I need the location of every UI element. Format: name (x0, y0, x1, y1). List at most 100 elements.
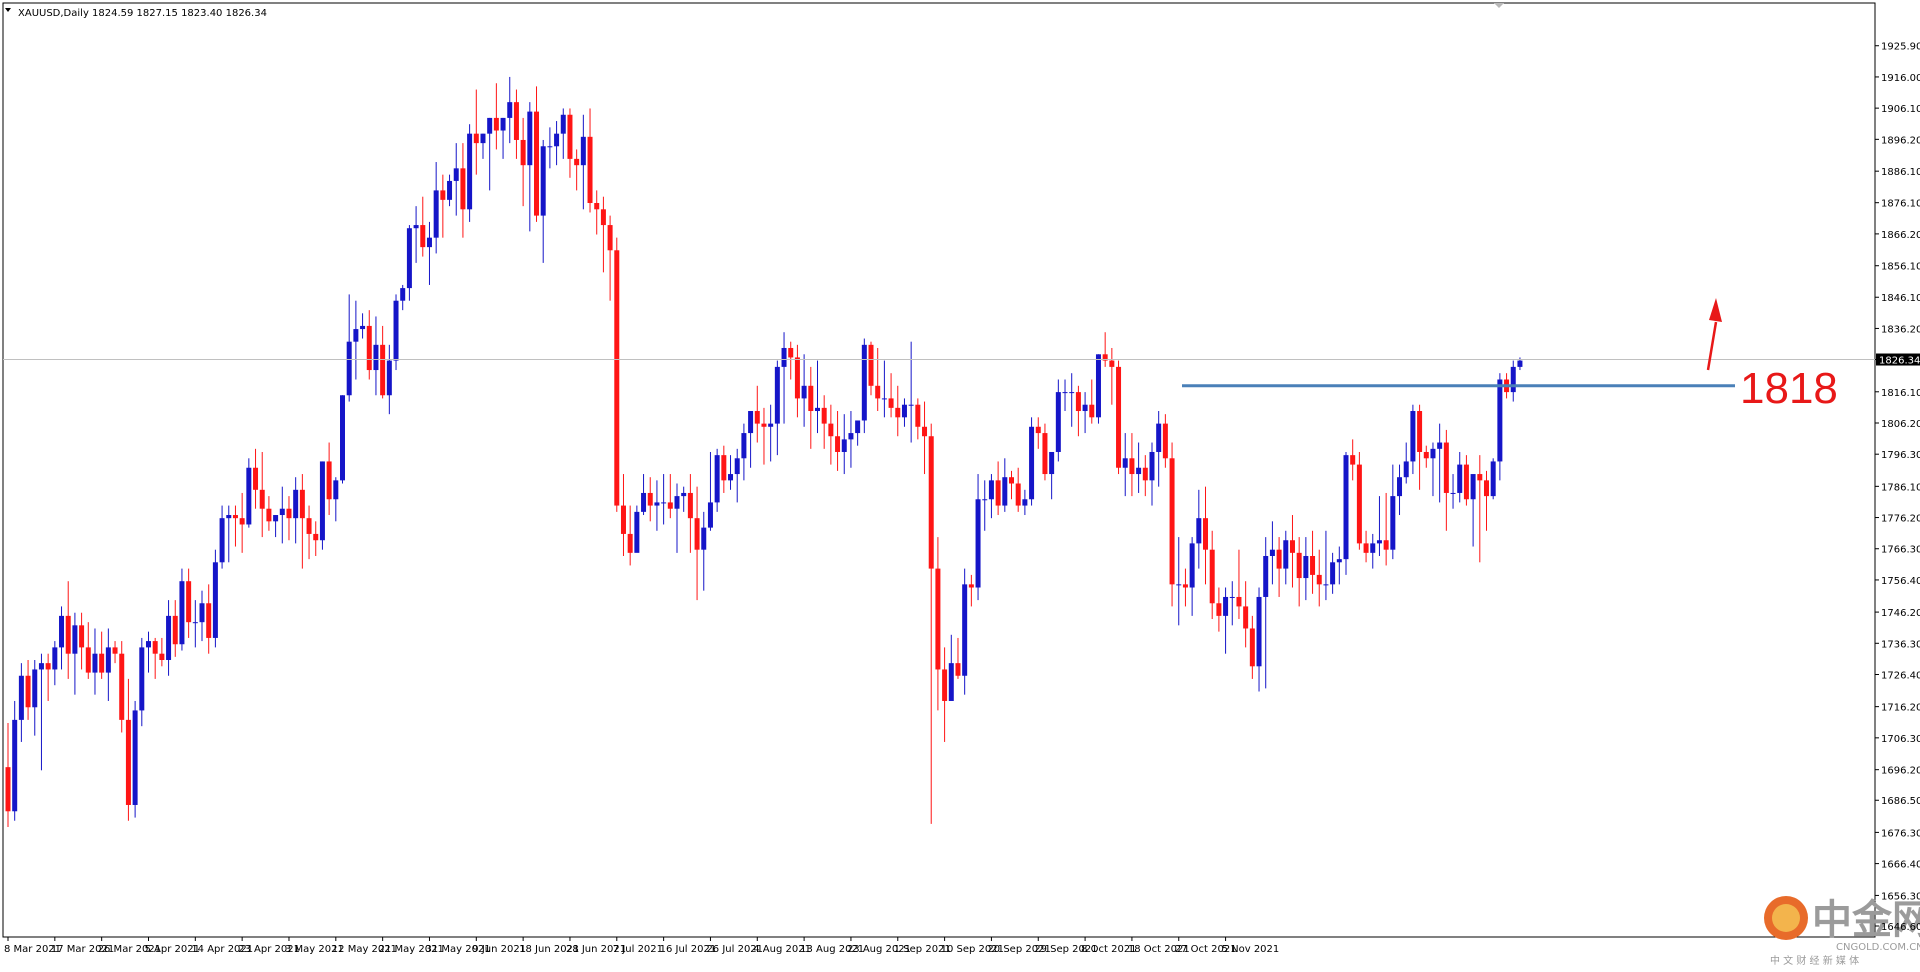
candle-body (968, 584, 974, 588)
candle-body (493, 117, 499, 131)
candle-body (895, 407, 901, 418)
candle-body (580, 136, 586, 166)
candle-body (112, 647, 118, 654)
candle-body (480, 133, 486, 144)
candle-body (1310, 555, 1316, 575)
y-tick-label: 1836.20 (1881, 324, 1920, 335)
candle-body (982, 499, 988, 501)
candle-body (975, 499, 981, 588)
candle-body (172, 615, 178, 645)
candle-body (440, 190, 446, 200)
candle-body (527, 111, 533, 166)
candle-body (413, 225, 419, 229)
candle-body (1289, 540, 1295, 553)
candle-body (1116, 366, 1122, 468)
candle-body (1062, 392, 1068, 394)
candle-body (1042, 433, 1048, 475)
candle-body (667, 502, 673, 509)
candle-body (788, 347, 794, 358)
candle-body (620, 505, 626, 534)
candle-body (1517, 360, 1523, 367)
candle-body (1129, 458, 1135, 475)
candle-body (433, 190, 439, 238)
candle-body (728, 474, 734, 481)
candle-body (734, 458, 740, 475)
candle-body (1009, 477, 1014, 484)
candle-body (1122, 458, 1128, 468)
chart-container[interactable]: 中金网 CNGOLD.COM.CN 中 文 财 经 新 媒 体 1826.34 1… (0, 0, 1920, 968)
candle-body (346, 341, 352, 396)
candle-body (447, 180, 453, 200)
y-tick-label: 1816.10 (1881, 388, 1920, 399)
candlestick-chart[interactable]: 中金网 CNGOLD.COM.CN 中 文 财 经 新 媒 体 1826.341… (0, 0, 1920, 968)
x-tick-label: 5 Nov 2021 (1222, 944, 1280, 955)
candle-body (1182, 584, 1188, 588)
candle-body (1470, 474, 1476, 500)
candle-body (1249, 628, 1255, 667)
candle-body (1343, 455, 1349, 560)
candle-body (12, 719, 18, 812)
y-tick-label: 1846.10 (1881, 293, 1920, 304)
candle-body (828, 423, 834, 437)
candle-body (286, 508, 292, 519)
candle-body (99, 653, 105, 673)
candle-body (694, 518, 700, 550)
candle-body (513, 102, 519, 140)
candle-body (1276, 549, 1282, 569)
y-tick-label: 1716.20 (1881, 703, 1920, 714)
candle-body (380, 344, 386, 396)
candle-body (962, 584, 968, 676)
candle-body (741, 433, 747, 459)
candle-body (59, 615, 65, 648)
candle-body (754, 411, 760, 424)
candle-body (426, 237, 432, 248)
candle-body (881, 398, 887, 400)
candle-body (453, 168, 459, 181)
candle-body (1263, 555, 1269, 597)
candle-body (701, 527, 707, 550)
candle-body (420, 225, 426, 248)
candle-body (1330, 562, 1336, 585)
candle-body (239, 518, 245, 525)
y-tick-label: 1906.10 (1881, 104, 1920, 115)
candle-body (299, 489, 305, 519)
candle-body (661, 502, 667, 504)
candle-body (1095, 354, 1101, 418)
candle-body (273, 515, 279, 522)
candle-body (393, 300, 399, 361)
candle-body (935, 568, 941, 670)
candle-body (219, 518, 225, 563)
candle-body (52, 647, 58, 670)
logo-url: CNGOLD.COM.CN (1836, 942, 1920, 953)
y-tick-label: 1806.20 (1881, 419, 1920, 430)
candle-body (1029, 426, 1035, 500)
candle-body (1015, 483, 1021, 506)
candle-body (1022, 499, 1028, 506)
candle-body (801, 385, 807, 399)
candle-body (1437, 442, 1443, 449)
candle-body (5, 767, 11, 812)
candle-body (85, 647, 91, 673)
candle-body (32, 669, 38, 708)
candle-body (768, 423, 774, 427)
candle-body (1196, 518, 1202, 544)
y-tick-label: 1736.30 (1881, 639, 1920, 650)
y-tick-label: 1726.40 (1881, 670, 1920, 681)
candle-body (781, 347, 787, 367)
y-tick-label: 1676.30 (1881, 828, 1920, 839)
candle-body (721, 455, 727, 481)
candle-body (1316, 574, 1322, 585)
candle-body (1002, 477, 1008, 506)
candle-body (507, 102, 513, 118)
candle-body (72, 625, 78, 654)
candle-body (373, 344, 379, 371)
candle-body (1336, 559, 1342, 563)
candle-body (1390, 496, 1396, 550)
candle-body (1216, 603, 1222, 616)
candle-body (1136, 467, 1142, 475)
candle-body (166, 615, 172, 660)
candle-body (1323, 584, 1329, 586)
candle-body (119, 653, 125, 720)
y-tick-label: 1786.10 (1881, 482, 1920, 493)
candle-body (326, 461, 332, 500)
